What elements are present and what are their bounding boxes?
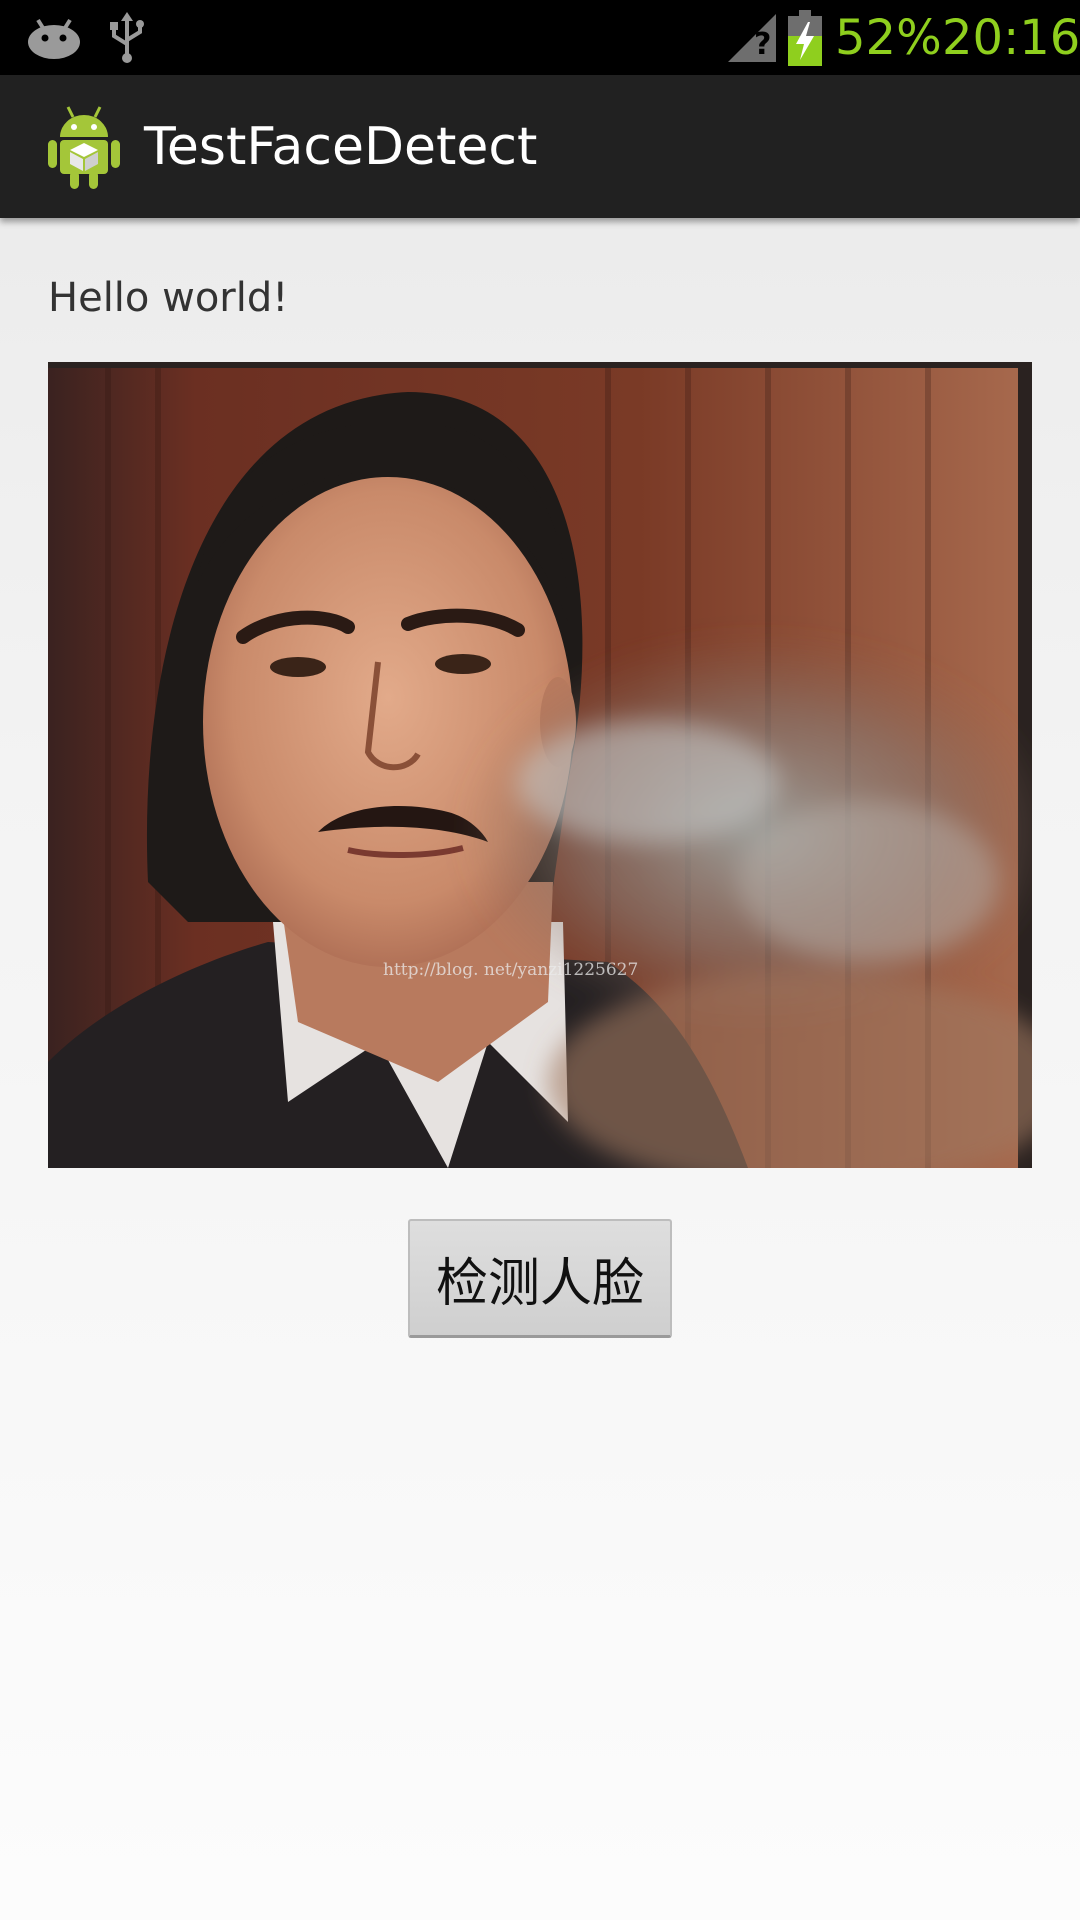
svg-text:?: ? [754, 27, 771, 62]
status-bar: ? 52% 20:16 [0, 0, 1080, 75]
watermark: http://blog. net/yanzi1225627 [383, 960, 639, 980]
app-title: TestFaceDetect [144, 117, 538, 177]
hello-text: Hello world! [48, 275, 289, 321]
battery-percent: 52% [835, 10, 942, 66]
face-photo: http://blog. net/yanzi1225627 [48, 362, 1032, 1168]
action-bar: TestFaceDetect [0, 75, 1080, 218]
clock: 20:16 [942, 10, 1080, 66]
signal-unknown-icon: ? [728, 14, 776, 62]
battery-charging-icon [788, 10, 822, 66]
detect-face-button[interactable]: 检测人脸 [408, 1219, 672, 1338]
android-app-icon[interactable] [46, 103, 122, 191]
android-debug-icon [26, 14, 82, 60]
usb-icon [106, 12, 148, 64]
